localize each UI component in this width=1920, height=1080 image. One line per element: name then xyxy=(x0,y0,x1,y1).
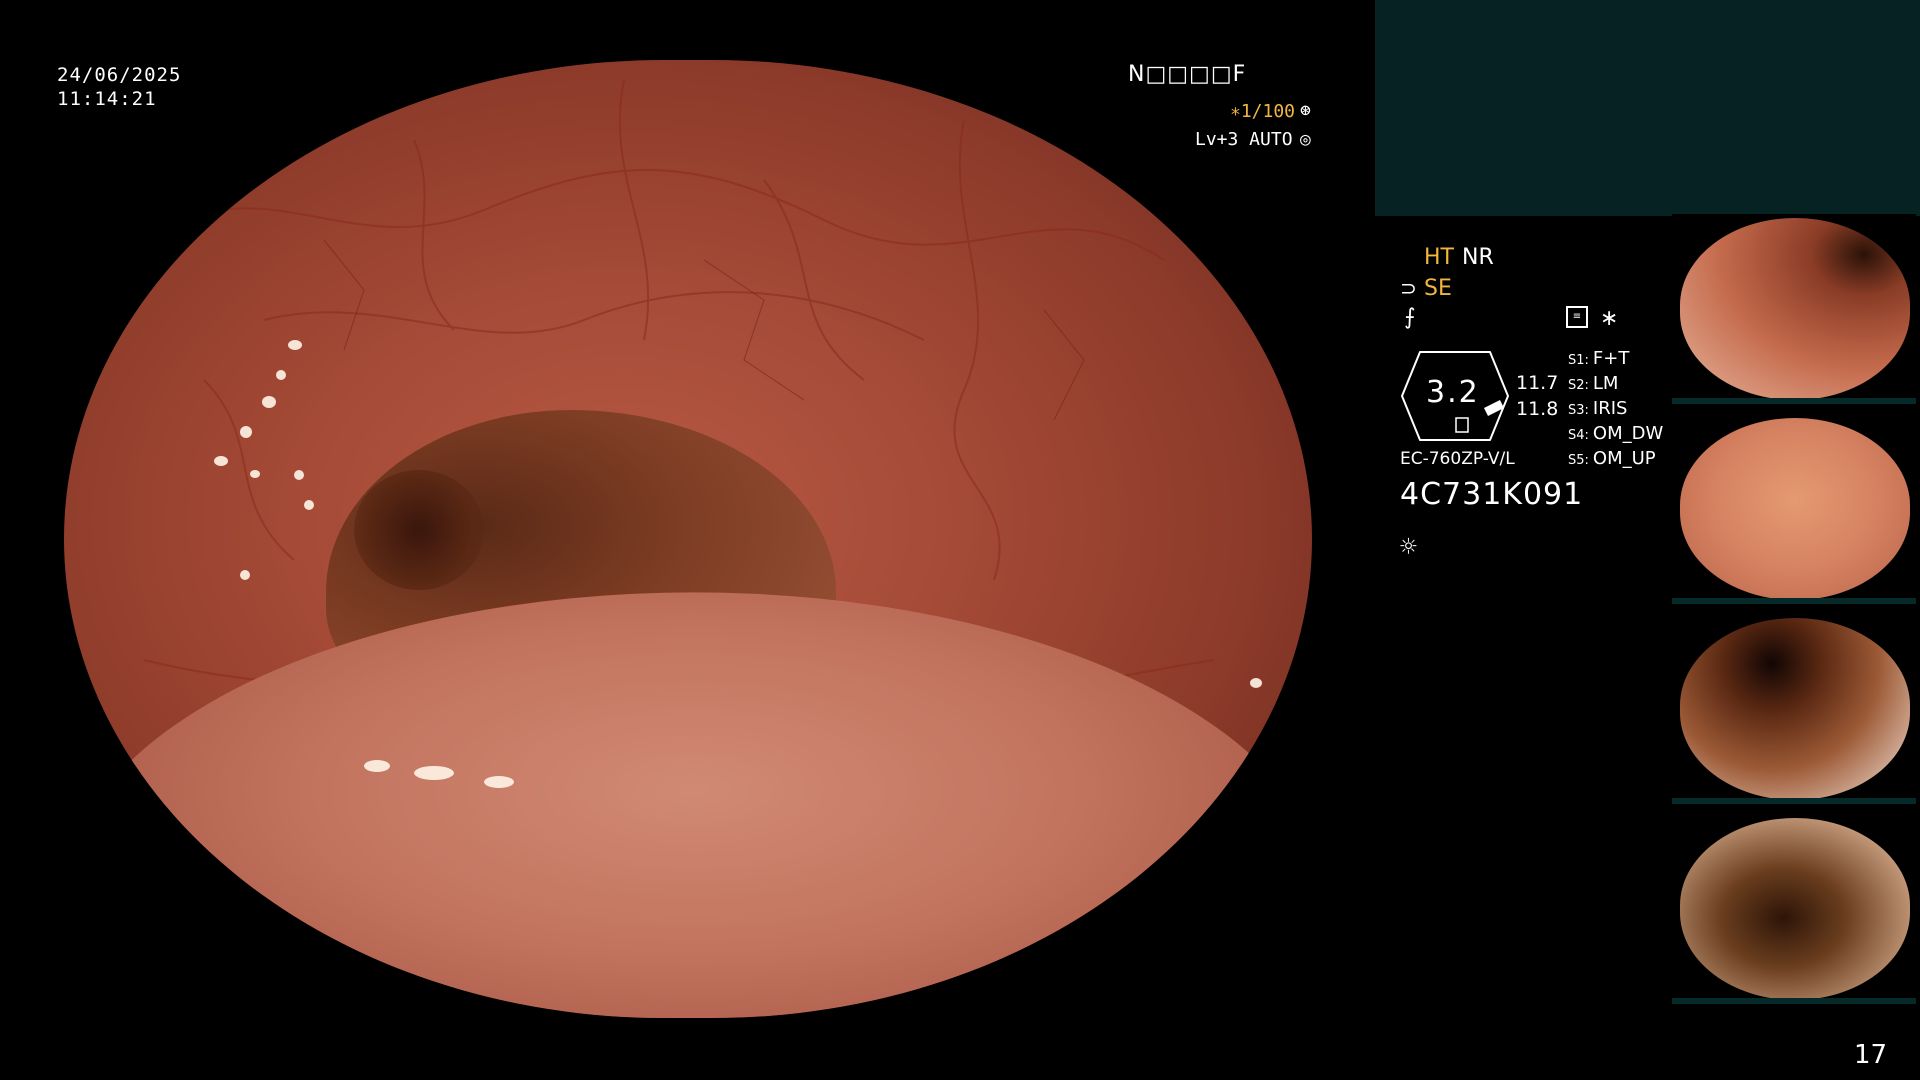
thumbnail-image xyxy=(1680,418,1910,600)
switch-value: OM_DW xyxy=(1592,423,1664,444)
switch-key: S4: xyxy=(1568,428,1589,443)
light-icon: ☼ xyxy=(1400,530,1417,563)
auto-iris-icon: ◎ xyxy=(1300,129,1311,150)
info-header-panel xyxy=(1375,0,1920,216)
se-mode-label: SE xyxy=(1424,276,1452,301)
exposure-level: Lv+3 AUTO xyxy=(1195,129,1293,150)
shutter-speed: ∗1/100 xyxy=(1230,101,1296,122)
switch-row: S4: OM_DW xyxy=(1568,423,1663,444)
scale-value-1: 11.7 xyxy=(1516,372,1559,394)
switch-value: OM_UP xyxy=(1592,448,1656,469)
switch-key: S1: xyxy=(1568,353,1589,368)
thumbnail-image xyxy=(1680,618,1910,800)
switch-value: F+T xyxy=(1592,348,1630,369)
endoscopy-view xyxy=(64,60,1312,1018)
thumbnail-image xyxy=(1680,218,1910,400)
switch-key: S5: xyxy=(1568,453,1589,468)
capture-thumbnail[interactable] xyxy=(1672,414,1916,604)
capture-thumbnail[interactable] xyxy=(1672,814,1916,1004)
nr-mode-label: NR xyxy=(1462,245,1494,270)
switch-value: IRIS xyxy=(1592,398,1628,419)
page-number: 17 xyxy=(1854,1040,1888,1070)
shutter-icon: ⊛ xyxy=(1300,100,1311,121)
date-label: 24/06/2025 xyxy=(57,64,182,86)
thumbnail-image xyxy=(1680,818,1910,1000)
zoom-value: 3.2 xyxy=(1426,375,1480,410)
switch-key: S3: xyxy=(1568,403,1589,418)
lumen-depth xyxy=(354,470,484,590)
capture-thumbnail[interactable] xyxy=(1672,214,1916,404)
switch-key: S2: xyxy=(1568,378,1589,393)
switch-row: S5: OM_UP xyxy=(1568,448,1656,469)
scope-serial: 4C731K091 xyxy=(1400,477,1584,512)
ht-mode-label: HT xyxy=(1424,245,1454,270)
structure-enhance-icon: ⊃ xyxy=(1400,276,1417,300)
switch-value: LM xyxy=(1592,373,1619,394)
scale-value-2: 11.8 xyxy=(1516,398,1559,420)
switch-row: S1: F+T xyxy=(1568,348,1629,369)
capture-thumbnail[interactable] xyxy=(1672,614,1916,804)
scope-model: EC-760ZP-V/L xyxy=(1400,449,1515,469)
star-icon: ∗ xyxy=(1600,306,1619,331)
switch-row: S3: IRIS xyxy=(1568,398,1627,419)
memo-icon: ≡ xyxy=(1566,306,1588,328)
switch-row: S2: LM xyxy=(1568,373,1618,394)
patient-code: N□□□□F xyxy=(1128,62,1247,87)
function-icon: ⨍ xyxy=(1404,305,1416,330)
time-label: 11:14:21 xyxy=(57,88,157,110)
